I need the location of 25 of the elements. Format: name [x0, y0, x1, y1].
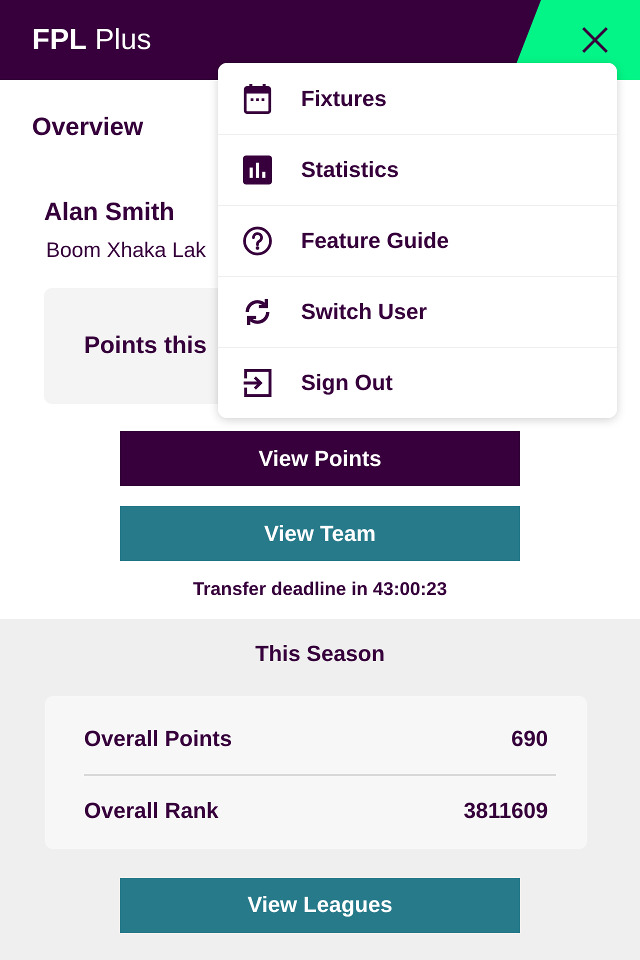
menu-item[interactable]: Fixtures	[218, 63, 617, 134]
stat-value: 690	[511, 726, 548, 752]
close-icon	[582, 27, 608, 53]
menu-item[interactable]: Feature Guide	[218, 205, 617, 276]
bar-chart-icon	[243, 155, 272, 185]
action-button[interactable]: View Points	[120, 431, 520, 486]
points-label: Points this	[84, 331, 207, 361]
deadline-text: Transfer deadline in 43:00:23	[192, 578, 448, 600]
manager-name: Alan Smith	[44, 197, 175, 227]
stat-value: 3811609	[464, 798, 548, 824]
stat-label: Overall Points	[84, 726, 232, 752]
menu-item[interactable]: Switch User	[218, 276, 617, 347]
sign-out-icon	[243, 368, 272, 398]
menu-item[interactable]: Statistics	[218, 134, 617, 205]
action-button[interactable]: View Leagues	[120, 878, 520, 932]
app-title: FPL Plus	[32, 23, 152, 57]
section-heading: Overview	[32, 112, 144, 142]
action-button[interactable]: View Team	[120, 506, 520, 561]
menu-item[interactable]: Sign Out	[218, 347, 617, 418]
sync-icon	[243, 297, 272, 327]
stat-label: Overall Rank	[84, 798, 219, 824]
team-name: Boom Xhaka Lak	[46, 239, 206, 263]
calendar-icon	[243, 84, 272, 114]
section-heading: This Season	[254, 641, 386, 667]
help-icon	[243, 226, 272, 256]
